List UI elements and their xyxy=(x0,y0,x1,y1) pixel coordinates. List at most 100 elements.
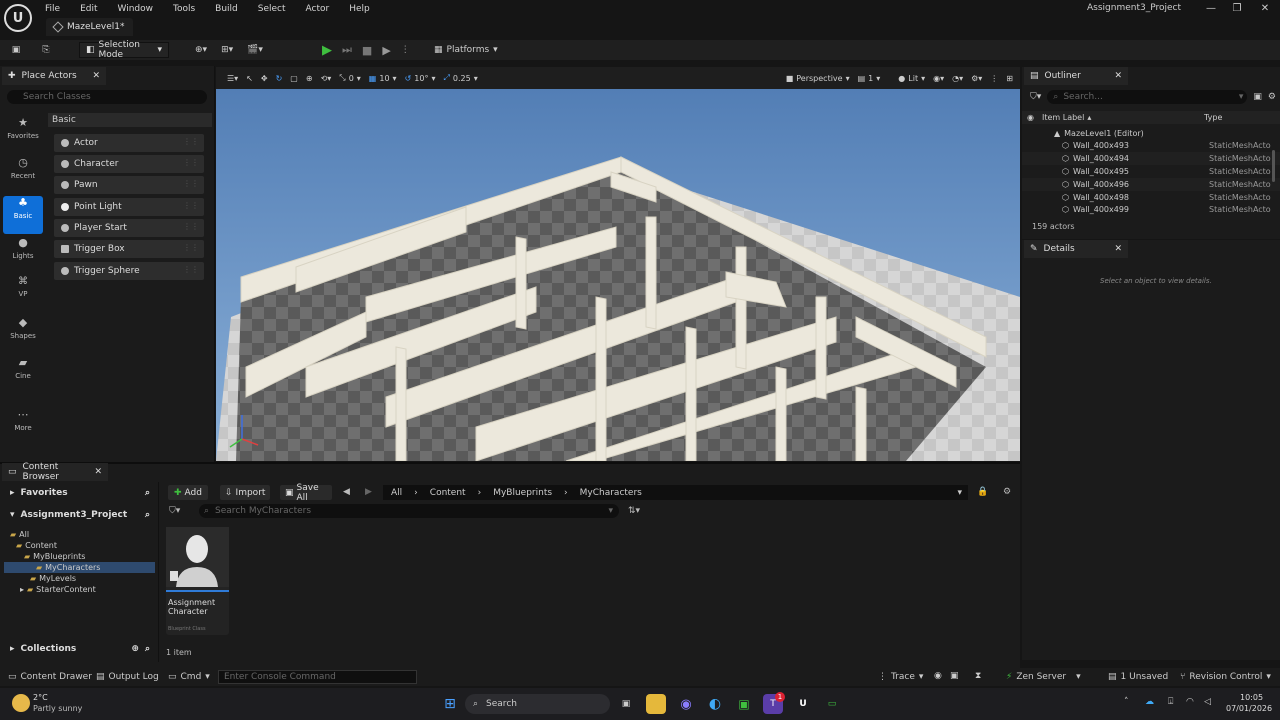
lock-icon[interactable]: 🔒 xyxy=(977,487,988,497)
rotate-tool-icon[interactable]: ↻ xyxy=(273,71,286,85)
tree-item-mycharacters[interactable]: ▰ MyCharacters xyxy=(4,562,155,573)
output-log-button[interactable]: ▤ Output Log xyxy=(96,671,159,683)
performance-icon[interactable]: ◔▾ xyxy=(949,71,966,85)
tree-item-myblueprints[interactable]: ▰ MyBlueprints xyxy=(4,551,155,562)
settings-icon[interactable]: ⚙ xyxy=(1003,487,1011,497)
eject-icon[interactable]: ▶ xyxy=(382,44,390,57)
breadcrumb-mycharacters[interactable]: MyCharacters xyxy=(580,488,642,498)
outliner-scrollbar[interactable] xyxy=(1272,150,1275,182)
actor-item-character[interactable]: Character ⋮⋮ xyxy=(54,155,204,173)
filter-icon[interactable]: ⛉▾ xyxy=(169,506,180,516)
revision-control-button[interactable]: ⑂ Revision Control ▾ xyxy=(1180,671,1271,683)
rotation-snap[interactable]: ↺ 10° ▾ xyxy=(402,71,439,85)
outliner-row[interactable]: ⬡ Wall_400x495 StaticMeshActo xyxy=(1022,165,1280,178)
actor-item-trigger-sphere[interactable]: Trigger Sphere ⋮⋮ xyxy=(54,262,204,280)
actor-item-pawn[interactable]: Pawn ⋮⋮ xyxy=(54,176,204,194)
visibility-icon[interactable]: ◉ xyxy=(1027,113,1034,122)
chevron-up-icon[interactable]: ˄ xyxy=(1124,697,1129,707)
outliner-row[interactable]: ⬡ Wall_400x493 StaticMeshActo xyxy=(1022,139,1280,152)
level-tab[interactable]: MazeLevel1* xyxy=(46,18,133,36)
stop-icon[interactable]: ■ xyxy=(362,44,372,57)
actor-item-actor[interactable]: Actor ⋮⋮ xyxy=(54,134,204,152)
search-classes-input[interactable]: Search Classes xyxy=(7,90,207,104)
translate-snap[interactable]: ⤡ 0 ▾ xyxy=(336,71,364,85)
unreal-taskbar-icon[interactable]: U xyxy=(793,694,813,714)
record-icon[interactable]: ◉ xyxy=(934,671,942,681)
col-type[interactable]: Type xyxy=(1204,113,1222,122)
app-icon[interactable]: ◉ xyxy=(676,694,696,714)
file-explorer-icon[interactable] xyxy=(646,694,666,714)
weather-icon[interactable] xyxy=(12,694,30,712)
search-icon[interactable]: ⌕ xyxy=(145,510,150,520)
clock-time[interactable]: 10:05 xyxy=(1240,693,1263,702)
trace-dropdown[interactable]: ⋮ Trace ▾ xyxy=(878,671,923,683)
outliner-search-input[interactable]: ⌕ Search... ▾ xyxy=(1047,90,1248,104)
collections-section[interactable]: ▸ Collections ⊕ ⌕ xyxy=(10,643,150,655)
snapshot-icon[interactable]: ▣ xyxy=(950,671,959,681)
world-space-icon[interactable]: ⊕ xyxy=(303,71,316,85)
category-vp[interactable]: ⌘ VP xyxy=(3,276,43,314)
app-terminal-icon[interactable]: ▭ xyxy=(822,694,842,714)
search-icon[interactable]: ⌕ xyxy=(145,488,150,498)
add-folder-icon[interactable]: ▣ xyxy=(1253,92,1262,102)
place-actors-tab[interactable]: ✚ Place Actors ✕ xyxy=(2,67,106,85)
save-all-button[interactable]: ▣ Save All xyxy=(280,483,332,503)
select-tool-icon[interactable]: ↖ xyxy=(243,71,256,85)
close-tab-icon[interactable]: ✕ xyxy=(1114,244,1122,254)
layout-icon[interactable]: ⊞ xyxy=(1003,71,1016,85)
clock-date[interactable]: 07/01/2026 xyxy=(1226,704,1272,713)
outliner-row[interactable]: ⬡ Wall_400x498 StaticMeshActo xyxy=(1022,191,1280,204)
close-window-icon[interactable]: ✕ xyxy=(1257,1,1273,15)
asset-tile[interactable]: Assignment Character Blueprint Class xyxy=(166,527,229,635)
close-tab-icon[interactable]: ✕ xyxy=(1114,71,1122,81)
unsaved-button[interactable]: ▤ 1 Unsaved xyxy=(1108,671,1168,683)
tree-item-startercontent[interactable]: ▸ ▰ StarterContent xyxy=(4,584,155,595)
cinematics-icon[interactable]: 🎬▾ xyxy=(247,45,263,55)
breadcrumb-myblueprints[interactable]: MyBlueprints xyxy=(493,488,552,498)
chevron-down-icon[interactable]: ▾ xyxy=(957,488,962,498)
content-source-icon[interactable]: ⎘ xyxy=(38,43,54,57)
platforms-button[interactable]: ▦ Platforms ▾ xyxy=(434,42,498,58)
tree-item-content[interactable]: ▰ Content xyxy=(4,540,155,551)
lit-dropdown[interactable]: ● Lit ▾ xyxy=(895,71,928,85)
import-button[interactable]: ⇩ Import xyxy=(220,485,270,500)
translate-tool-icon[interactable]: ✥ xyxy=(258,71,271,85)
sort-icon[interactable]: ⇅▾ xyxy=(628,506,640,516)
maximize-icon[interactable]: ❐ xyxy=(1229,1,1245,15)
col-item-label[interactable]: Item Label xyxy=(1042,113,1084,122)
volume-icon[interactable]: ◁ xyxy=(1204,697,1211,707)
actor-item-trigger-box[interactable]: Trigger Box ⋮⋮ xyxy=(54,240,204,258)
play-icon[interactable]: ▶ xyxy=(322,43,332,58)
tree-item-mylevels[interactable]: ▰ MyLevels xyxy=(4,573,155,584)
filter-icon[interactable]: ⛉▾ xyxy=(1030,92,1041,102)
microphone-icon[interactable]: ⍗ xyxy=(1168,697,1173,707)
menu-tools[interactable]: Tools xyxy=(173,4,195,14)
breadcrumb-content[interactable]: Content xyxy=(430,488,466,498)
category-lights[interactable]: ● Lights xyxy=(3,236,43,274)
selection-mode-dropdown[interactable]: ◧ Selection Mode ▾ xyxy=(79,40,169,60)
category-favorites[interactable]: ★ Favorites xyxy=(3,116,43,154)
tree-item-all[interactable]: ▰ All xyxy=(4,529,155,540)
wifi-icon[interactable]: ◠ xyxy=(1186,697,1194,707)
outliner-row[interactable]: ⬡ Wall_400x499 StaticMeshActo xyxy=(1022,204,1280,215)
category-cine[interactable]: ▰ Cine xyxy=(3,356,43,394)
save-icon[interactable]: ▣ xyxy=(9,43,23,57)
menu-actor[interactable]: Actor xyxy=(306,4,330,14)
favorites-section[interactable]: ▸ Favorites ⌕ xyxy=(10,487,150,499)
scale-tool-icon[interactable]: ▢ xyxy=(287,71,301,85)
viewport-menu-icon[interactable]: ☰▾ xyxy=(224,71,241,85)
taskbar-search[interactable]: ⌕ Search xyxy=(465,694,610,714)
hourglass-icon[interactable]: ⧗ xyxy=(975,671,981,681)
actor-item-point-light[interactable]: Point Light ⋮⋮ xyxy=(54,198,204,216)
category-recent[interactable]: ◷ Recent xyxy=(3,156,43,194)
show-flags-icon[interactable]: ◉▾ xyxy=(930,71,947,85)
console-input[interactable]: Enter Console Command xyxy=(218,670,417,684)
project-section[interactable]: ▾ Assignment3_Project ⌕ xyxy=(10,509,150,521)
level-viewport[interactable] xyxy=(216,67,1020,461)
app-green-icon[interactable]: ▣ xyxy=(734,694,754,714)
breadcrumb-all[interactable]: All xyxy=(391,488,402,498)
camera-speed-dropdown[interactable]: ▤ 1 ▾ xyxy=(855,71,884,85)
settings-icon[interactable]: ⚙ xyxy=(1268,92,1276,102)
search-icon[interactable]: ⌕ xyxy=(145,644,150,654)
menu-build[interactable]: Build xyxy=(215,4,238,14)
